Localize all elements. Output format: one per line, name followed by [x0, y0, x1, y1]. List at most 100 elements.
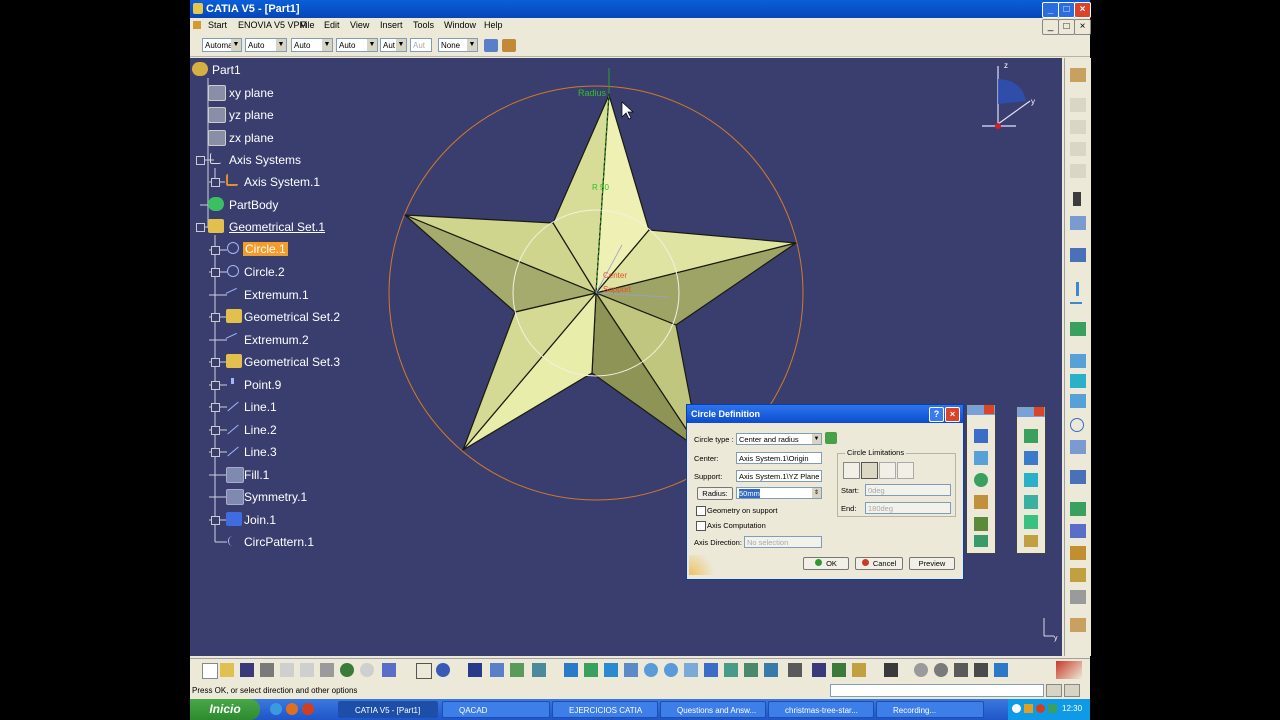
save-icon[interactable] — [240, 663, 254, 677]
complement-circle-icon[interactable] — [897, 462, 914, 479]
axis-system-icon[interactable] — [226, 174, 238, 186]
tool-icon[interactable] — [1070, 322, 1086, 336]
tool-icon[interactable] — [1070, 98, 1086, 112]
sketch-icon[interactable] — [1070, 248, 1086, 262]
maximize-button[interactable]: □ — [1058, 2, 1075, 18]
circpattern-icon[interactable] — [228, 536, 237, 546]
open-folder-icon[interactable] — [220, 663, 234, 677]
menu-enovia[interactable]: ENOVIA V5 VPM — [238, 20, 307, 30]
cut-icon[interactable] — [280, 663, 294, 677]
tool-icon[interactable] — [832, 663, 846, 677]
undo-icon[interactable] — [340, 663, 354, 677]
tree-item-axis-system-1[interactable]: Axis System.1 — [244, 175, 320, 189]
tool-icon[interactable] — [1070, 568, 1086, 582]
catalog-icon[interactable] — [468, 663, 482, 677]
tool-icon[interactable] — [1024, 451, 1038, 465]
normal-view-icon[interactable] — [684, 663, 698, 677]
tree-item-line-2[interactable]: Line.2 — [244, 423, 277, 437]
menu-window[interactable]: Window — [444, 20, 476, 30]
tree-item-join-1[interactable]: Join.1 — [244, 513, 276, 527]
menu-start[interactable]: Start — [208, 20, 227, 30]
tool-icon[interactable] — [1070, 216, 1086, 230]
rotate-icon[interactable] — [624, 663, 638, 677]
tool-icon[interactable] — [974, 429, 988, 443]
power-input-button[interactable] — [1046, 684, 1062, 697]
tool-icon[interactable] — [1070, 394, 1086, 408]
close-icon[interactable] — [1034, 407, 1044, 416]
clock[interactable]: 12:30 — [1062, 704, 1082, 713]
spinner-icon[interactable]: ⇕ — [812, 488, 821, 498]
start-button[interactable]: Inicio — [190, 699, 260, 720]
linetype-combo[interactable]: Auto ▼ — [336, 38, 378, 52]
axis-computation-checkbox[interactable] — [696, 521, 706, 531]
radius-field[interactable]: 50mm ⇕ — [736, 487, 822, 499]
axis-direction-field[interactable]: No selection — [744, 536, 822, 548]
geometry-on-support-checkbox[interactable] — [696, 506, 706, 516]
tree-item-partbody[interactable]: PartBody — [229, 198, 278, 212]
point-icon[interactable] — [231, 378, 234, 384]
trim-circle-icon[interactable] — [879, 462, 896, 479]
tree-item-extremum-1[interactable]: Extremum.1 — [244, 288, 309, 302]
copy-icon[interactable] — [300, 663, 314, 677]
render-style-combo[interactable]: None ▼ — [438, 38, 478, 52]
tool-icon[interactable] — [1024, 473, 1038, 487]
minimize-button[interactable]: _ — [1042, 2, 1059, 18]
expand-icon[interactable] — [211, 358, 220, 367]
dialog-title-bar[interactable]: Circle Definition ? × — [687, 405, 963, 423]
doc-restore-button[interactable]: □ — [1058, 19, 1075, 35]
tool-icon[interactable] — [1070, 524, 1086, 538]
quicklaunch-icon[interactable] — [270, 703, 282, 715]
tool-icon[interactable] — [974, 495, 988, 509]
pan-icon[interactable] — [604, 663, 618, 677]
power-input-stop-button[interactable] — [1064, 684, 1080, 697]
tree-item-fill-1[interactable]: Fill.1 — [244, 468, 269, 482]
task-christmas-tree[interactable]: christmas-tree-star... — [768, 701, 874, 718]
tool-icon[interactable] — [974, 663, 988, 677]
tool-icon[interactable] — [1070, 374, 1086, 388]
close-button[interactable]: × — [1074, 2, 1091, 18]
end-field[interactable]: 180deg — [865, 502, 951, 514]
zoom-out-icon[interactable] — [664, 663, 678, 677]
paste-icon[interactable] — [320, 663, 334, 677]
fill-icon[interactable] — [226, 467, 244, 483]
tree-item-extremum-2[interactable]: Extremum.2 — [244, 333, 309, 347]
tool-icon[interactable] — [510, 663, 524, 677]
point-icon[interactable] — [1076, 282, 1079, 296]
tool-icon[interactable] — [1024, 429, 1038, 443]
geometrical-set-icon[interactable] — [208, 219, 224, 233]
partbody-icon[interactable] — [208, 197, 224, 211]
expand-icon[interactable] — [211, 516, 220, 525]
expand-icon[interactable] — [211, 178, 220, 187]
tool-icon[interactable] — [974, 451, 988, 465]
point-symbol-combo[interactable]: Aut ▼ — [380, 38, 407, 52]
tool-icon[interactable] — [914, 663, 928, 677]
doc-close-button[interactable]: × — [1074, 19, 1091, 35]
quicklaunch-icon[interactable] — [302, 703, 314, 715]
circle-tool-icon[interactable] — [1070, 418, 1084, 432]
tool-icon[interactable] — [1070, 164, 1086, 178]
menu-view[interactable]: View — [350, 20, 369, 30]
print-icon[interactable] — [260, 663, 274, 677]
tool-icon[interactable] — [974, 535, 988, 547]
help-button[interactable]: ? — [929, 407, 944, 422]
expand-icon[interactable] — [211, 381, 220, 390]
tool-icon[interactable] — [954, 663, 968, 677]
geometrical-set-icon[interactable] — [226, 309, 242, 323]
tool-icon[interactable] — [788, 663, 802, 677]
tree-item-line-1[interactable]: Line.1 — [244, 400, 277, 414]
circle-type-select[interactable]: Center and radius ▼ — [736, 433, 822, 445]
expand-icon[interactable] — [211, 448, 220, 457]
collapse-icon[interactable] — [196, 223, 205, 232]
circle-icon[interactable] — [227, 242, 239, 254]
tool-icon[interactable] — [1070, 546, 1086, 560]
tool-icon[interactable] — [1070, 590, 1086, 604]
whats-this-icon[interactable] — [382, 663, 396, 677]
preview-button[interactable]: Preview — [909, 557, 955, 570]
geometrical-set-icon[interactable] — [226, 354, 242, 368]
redo-icon[interactable] — [360, 663, 374, 677]
tree-item-point-9[interactable]: Point.9 — [244, 378, 281, 392]
radius-button[interactable]: Radius: — [697, 487, 733, 500]
tool-icon[interactable] — [490, 663, 504, 677]
start-field[interactable]: 0deg — [865, 484, 951, 496]
task-catia[interactable]: CATIA V5 - [Part1] — [338, 701, 438, 718]
